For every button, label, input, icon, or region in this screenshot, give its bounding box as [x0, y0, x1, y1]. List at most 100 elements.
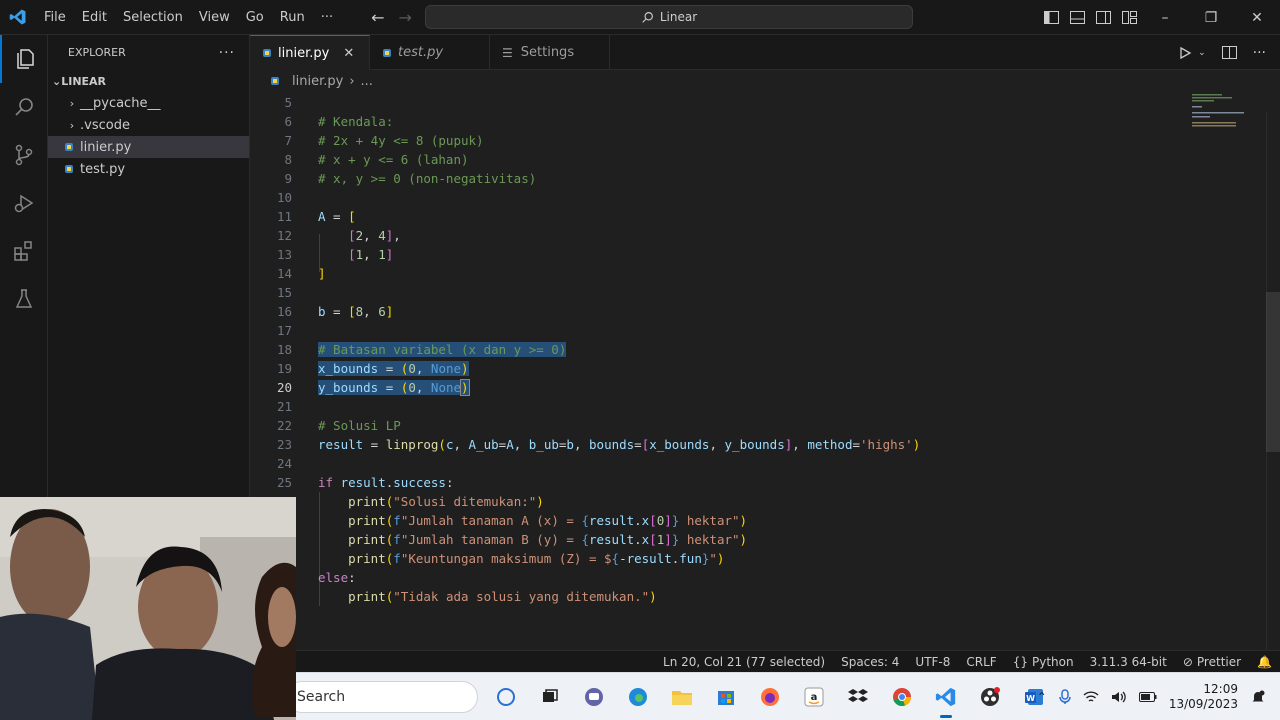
- run-dropdown-chevron-icon[interactable]: ⌄: [1198, 48, 1206, 58]
- extensions-icon[interactable]: [0, 227, 48, 275]
- code-line: 15: [250, 283, 1180, 302]
- line-number: 16: [276, 304, 292, 319]
- tab-test-py[interactable]: test.py: [370, 35, 490, 70]
- system-clock[interactable]: 12:09 13/09/2023: [1169, 682, 1238, 712]
- code-line: 16 b = [8, 6]: [250, 302, 1180, 321]
- code-line: 24: [250, 454, 1180, 473]
- source-control-icon[interactable]: [0, 131, 48, 179]
- tree-file-linier-py[interactable]: linier.py: [48, 136, 249, 158]
- teams-chat-icon[interactable]: [572, 673, 616, 720]
- explorer-header: EXPLORER ···: [48, 35, 249, 70]
- code-line: 7 # 2x + 4y <= 8 (pupuk): [250, 131, 1180, 150]
- menu-selection[interactable]: Selection: [115, 0, 191, 35]
- code-line: 19 x_bounds = (0, None): [250, 359, 1180, 378]
- breadcrumb: linier.py › ...: [250, 70, 1280, 92]
- tab-label: Settings: [520, 45, 575, 60]
- settings-list-icon: ☰: [502, 45, 513, 60]
- code-line: 10: [250, 188, 1180, 207]
- line-number: 9: [284, 171, 292, 186]
- testing-flask-icon[interactable]: [0, 275, 48, 323]
- workspace-folder-label: LINEAR: [61, 74, 107, 88]
- chrome-icon[interactable]: [880, 673, 924, 720]
- toggle-primary-sidebar-icon[interactable]: [1038, 0, 1064, 35]
- taskbar-apps: a W: [484, 673, 1056, 720]
- back-arrow-icon[interactable]: ←: [371, 8, 384, 27]
- tab-linier-py[interactable]: linier.py ✕: [250, 35, 370, 70]
- more-editor-actions-icon[interactable]: ···: [1253, 45, 1266, 61]
- language-mode[interactable]: {} Python: [1005, 655, 1082, 669]
- microsoft-store-icon[interactable]: [704, 673, 748, 720]
- menu-more[interactable]: ···: [313, 0, 341, 35]
- line-number: 7: [284, 133, 292, 148]
- battery-icon[interactable]: [1138, 691, 1157, 703]
- tree-folder-vscode[interactable]: › .vscode: [48, 114, 249, 136]
- command-center-search[interactable]: Linear: [425, 5, 913, 29]
- python-file-icon: [383, 48, 391, 57]
- notifications-bell-icon[interactable]: 🔔: [1249, 655, 1280, 669]
- breadcrumb-file[interactable]: linier.py: [292, 74, 343, 89]
- vscode-taskbar-icon[interactable]: [924, 673, 968, 720]
- code-line: else:: [318, 570, 356, 585]
- menu-edit[interactable]: Edit: [74, 0, 115, 35]
- toggle-panel-icon[interactable]: [1064, 0, 1090, 35]
- more-actions-icon[interactable]: ···: [219, 45, 235, 61]
- menu-run[interactable]: Run: [272, 0, 313, 35]
- edge-browser-icon[interactable]: [616, 673, 660, 720]
- close-window-button[interactable]: ✕: [1234, 0, 1280, 35]
- bing-icon[interactable]: [484, 673, 528, 720]
- encoding[interactable]: UTF-8: [907, 655, 958, 669]
- split-editor-icon[interactable]: [1221, 46, 1237, 59]
- scrollbar-thumb[interactable]: [1266, 292, 1280, 452]
- python-interpreter[interactable]: 3.11.3 64-bit: [1082, 655, 1175, 669]
- code-line: print("Tidak ada solusi yang ditemukan."…: [348, 589, 657, 604]
- breadcrumb-symbol[interactable]: ...: [361, 74, 373, 89]
- code-line: 5: [250, 93, 1180, 112]
- navigation-controls: ← →: [371, 8, 412, 27]
- cursor-position[interactable]: Ln 20, Col 21 (77 selected): [655, 655, 833, 669]
- customize-layout-icon[interactable]: [1116, 0, 1142, 35]
- clock-time: 12:09: [1203, 682, 1238, 696]
- code-line: 21: [250, 397, 1180, 416]
- toggle-secondary-sidebar-icon[interactable]: [1090, 0, 1116, 35]
- taskbar-search[interactable]: Search: [286, 681, 478, 713]
- minimize-button[interactable]: –: [1142, 0, 1188, 35]
- workspace-folder-header[interactable]: ⌄ LINEAR: [48, 70, 249, 92]
- line-number: 25: [276, 475, 292, 490]
- tab-settings[interactable]: ☰ Settings: [490, 35, 610, 70]
- obs-studio-icon[interactable]: [968, 673, 1012, 720]
- microphone-icon[interactable]: [1059, 689, 1071, 705]
- prettier-disabled-icon: ⊘: [1182, 654, 1193, 669]
- firefox-icon[interactable]: [748, 673, 792, 720]
- vertical-scrollbar[interactable]: [1266, 112, 1280, 650]
- prettier-status[interactable]: ⊘ Prettier: [1175, 655, 1249, 669]
- indentation[interactable]: Spaces: 4: [833, 655, 907, 669]
- explorer-icon[interactable]: [0, 35, 48, 83]
- run-debug-icon[interactable]: [0, 179, 48, 227]
- show-hidden-icons-chevron-icon[interactable]: ⌃: [1037, 690, 1047, 704]
- code-editor[interactable]: 5 6 # Kendala: 7 # 2x + 4y <= 8 (pupuk) 8 #…: [250, 92, 1280, 650]
- forward-arrow-icon[interactable]: →: [399, 8, 412, 27]
- tree-folder-pycache[interactable]: › __pycache__: [48, 92, 249, 114]
- tree-file-test-py[interactable]: test.py: [48, 158, 249, 180]
- amazon-icon[interactable]: a: [792, 673, 836, 720]
- close-tab-icon[interactable]: ✕: [343, 46, 354, 61]
- restore-button[interactable]: ❐: [1188, 0, 1234, 35]
- code-line: 18 # Batasan variabel (x dan y >= 0): [250, 340, 1180, 359]
- search-activity-icon[interactable]: [0, 83, 48, 131]
- menu-file[interactable]: File: [36, 0, 74, 35]
- minimap[interactable]: [1186, 92, 1266, 152]
- taskbar-search-label: Search: [297, 689, 346, 705]
- run-python-file-icon[interactable]: [1178, 46, 1192, 60]
- dropbox-icon[interactable]: [836, 673, 880, 720]
- menu-go[interactable]: Go: [238, 0, 272, 35]
- line-number: 21: [276, 399, 292, 414]
- volume-icon[interactable]: [1111, 690, 1127, 704]
- menu-view[interactable]: View: [191, 0, 238, 35]
- line-number: 18: [276, 342, 292, 357]
- line-ending[interactable]: CRLF: [958, 655, 1004, 669]
- task-view-icon[interactable]: [528, 673, 572, 720]
- notification-center-icon[interactable]: [1250, 689, 1266, 705]
- code-line: 22 # Solusi LP: [250, 416, 1180, 435]
- file-explorer-icon[interactable]: [660, 673, 704, 720]
- wifi-icon[interactable]: [1083, 690, 1099, 704]
